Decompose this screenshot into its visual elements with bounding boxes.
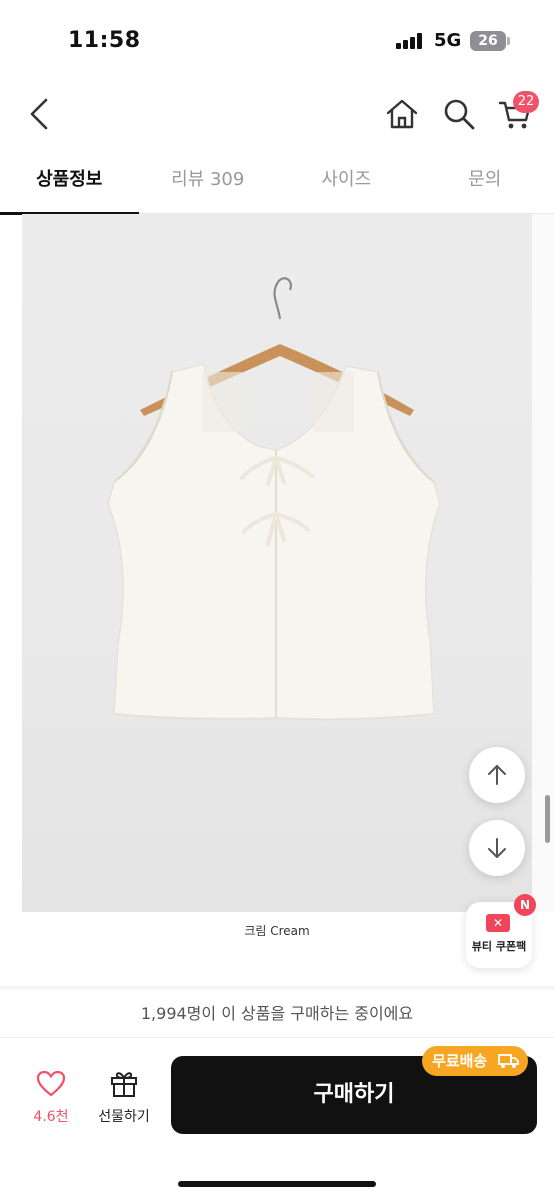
arrow-down-icon	[488, 838, 506, 858]
status-bar: 11:58 5G 26	[0, 0, 554, 80]
status-time: 11:58	[68, 28, 141, 53]
truck-icon	[498, 1054, 519, 1068]
network-type: 5G	[434, 30, 462, 51]
scroll-down-button[interactable]	[469, 820, 525, 876]
signal-icon	[396, 33, 426, 49]
home-indicator	[178, 1181, 376, 1187]
free-shipping-label: 무료배송	[432, 1052, 488, 1070]
new-badge: N	[514, 894, 536, 916]
arrow-up-icon	[488, 765, 506, 785]
vest-on-hanger-image	[107, 277, 441, 721]
back-icon[interactable]	[22, 96, 58, 132]
coupon-icon: ✕	[486, 914, 510, 932]
home-icon[interactable]	[384, 96, 420, 132]
product-photo	[22, 214, 532, 912]
coupon-pack-label: 뷰티 쿠폰팩	[471, 940, 527, 953]
search-icon[interactable]	[441, 96, 477, 132]
like-button[interactable]: 4.6천	[22, 1068, 80, 1128]
like-count: 4.6천	[33, 1109, 69, 1125]
gift-button[interactable]: 선물하기	[90, 1068, 158, 1128]
scrollbar-thumb[interactable]	[545, 795, 550, 843]
tab-inquiry[interactable]: 문의	[416, 154, 554, 213]
cart-count-badge: 22	[513, 91, 539, 113]
tab-bar: 상품정보 리뷰 309 사이즈 문의	[0, 154, 554, 215]
free-shipping-badge: 무료배송	[422, 1046, 528, 1076]
gift-label: 선물하기	[98, 1109, 150, 1125]
gift-icon	[111, 1072, 137, 1097]
heart-icon	[36, 1070, 66, 1097]
battery-tip	[507, 37, 510, 45]
buyers-notice: 1,994명이 이 상품을 구매하는 중이에요	[0, 992, 554, 1038]
tab-size[interactable]: 사이즈	[277, 154, 416, 213]
battery-icon: 26	[470, 31, 506, 51]
scroll-track	[532, 214, 554, 912]
tab-product-info[interactable]: 상품정보	[0, 154, 139, 215]
top-nav	[0, 80, 554, 150]
tab-reviews[interactable]: 리뷰 309	[139, 154, 278, 213]
scroll-up-button[interactable]	[469, 747, 525, 803]
